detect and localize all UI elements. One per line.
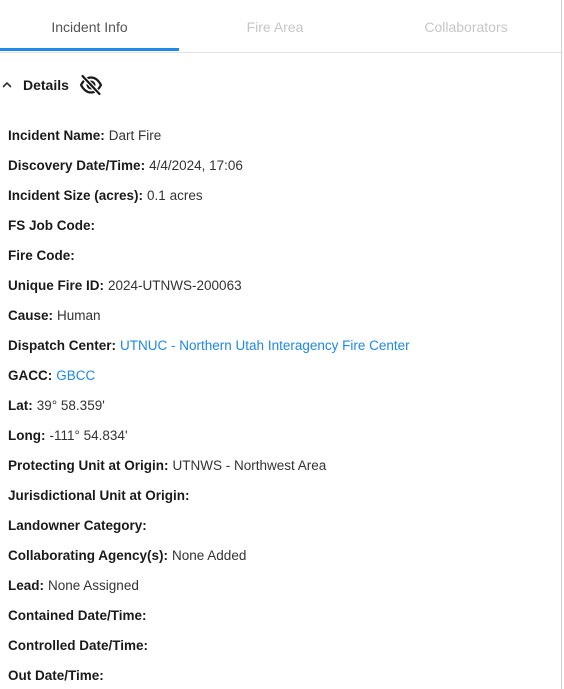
- field-label: Landowner Category:: [8, 518, 147, 533]
- field-long: Long: -111° 54.834': [8, 421, 558, 451]
- section-title: Details: [23, 77, 69, 93]
- field-landowner-category: Landowner Category:: [8, 511, 558, 541]
- field-discovery-date-time: Discovery Date/Time: 4/4/2024, 17:06: [8, 151, 558, 181]
- field-label: Incident Name:: [8, 128, 105, 143]
- field-label: Lead:: [8, 578, 45, 593]
- field-label: Jurisdictional Unit at Origin:: [8, 488, 190, 503]
- details-field-list: Incident Name: Dart Fire Discovery Date/T…: [8, 121, 558, 689]
- field-label: GACC:: [8, 368, 53, 383]
- field-lat: Lat: 39° 58.359': [8, 391, 558, 421]
- tab-incident-info[interactable]: Incident Info: [0, 0, 179, 52]
- field-jurisdictional-unit: Jurisdictional Unit at Origin:: [8, 481, 558, 511]
- field-value: 2024-UTNWS-200063: [108, 278, 242, 293]
- field-label: Unique Fire ID:: [8, 278, 105, 293]
- field-value: UTNWS - Northwest Area: [172, 458, 327, 473]
- field-label: Discovery Date/Time:: [8, 158, 146, 173]
- field-value: Human: [57, 308, 101, 323]
- field-collaborating-agencies: Collaborating Agency(s): None Added: [8, 541, 558, 571]
- active-tab-indicator: [0, 48, 179, 51]
- field-value: Dart Fire: [108, 128, 162, 143]
- field-controlled-date-time: Controlled Date/Time:: [8, 631, 558, 661]
- details-section-header[interactable]: Details: [0, 72, 103, 98]
- tab-collaborators[interactable]: Collaborators: [371, 0, 561, 52]
- field-dispatch-center: Dispatch Center: UTNUC - Northern Utah In…: [8, 331, 558, 361]
- field-value: 0.1 acres: [147, 188, 203, 203]
- field-incident-size: Incident Size (acres): 0.1 acres: [8, 181, 558, 211]
- eye-off-icon[interactable]: [79, 73, 103, 97]
- field-label: Fire Code:: [8, 248, 75, 263]
- dispatch-center-link[interactable]: UTNUC - Northern Utah Interagency Fire C…: [120, 338, 410, 353]
- field-label: Contained Date/Time:: [8, 608, 147, 623]
- field-label: Collaborating Agency(s):: [8, 548, 169, 563]
- field-value: 4/4/2024, 17:06: [149, 158, 243, 173]
- field-label: Long:: [8, 428, 46, 443]
- field-label: FS Job Code:: [8, 218, 95, 233]
- field-label: Lat:: [8, 398, 33, 413]
- tab-fire-area[interactable]: Fire Area: [179, 0, 371, 52]
- field-value: None Added: [172, 548, 247, 563]
- chevron-up-icon[interactable]: [2, 80, 12, 90]
- tab-bar: Incident Info Fire Area Collaborators: [0, 0, 561, 53]
- field-cause: Cause: Human: [8, 301, 558, 331]
- field-label: Protecting Unit at Origin:: [8, 458, 169, 473]
- field-value: None Assigned: [48, 578, 139, 593]
- field-gacc: GACC: GBCC: [8, 361, 558, 391]
- field-unique-fire-id: Unique Fire ID: 2024-UTNWS-200063: [8, 271, 558, 301]
- field-fire-code: Fire Code:: [8, 241, 558, 271]
- field-label: Dispatch Center:: [8, 338, 117, 353]
- incident-panel: Incident Info Fire Area Collaborators De…: [0, 0, 562, 689]
- field-out-date-time: Out Date/Time:: [8, 661, 558, 689]
- field-contained-date-time: Contained Date/Time:: [8, 601, 558, 631]
- field-label: Cause:: [8, 308, 54, 323]
- field-lead: Lead: None Assigned: [8, 571, 558, 601]
- field-value: 39° 58.359': [36, 398, 105, 413]
- field-value: -111° 54.834': [49, 428, 128, 443]
- gacc-link[interactable]: GBCC: [56, 368, 95, 383]
- field-label: Incident Size (acres):: [8, 188, 144, 203]
- field-protecting-unit: Protecting Unit at Origin: UTNWS - Northw…: [8, 451, 558, 481]
- field-fs-job-code: FS Job Code:: [8, 211, 558, 241]
- field-label: Out Date/Time:: [8, 668, 104, 683]
- field-incident-name: Incident Name: Dart Fire: [8, 121, 558, 151]
- field-label: Controlled Date/Time:: [8, 638, 149, 653]
